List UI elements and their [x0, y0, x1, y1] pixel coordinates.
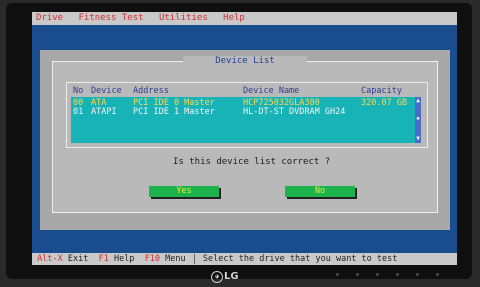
row-no: 01 — [73, 107, 84, 117]
status-divider — [193, 253, 195, 264]
col-device-name: Device Name — [243, 86, 300, 96]
monitor-bezel: Drive Fitness Test Utilities Help Device… — [6, 3, 472, 283]
dialog-title: Device List — [183, 56, 307, 66]
lg-logo-icon: ◕ — [211, 271, 223, 283]
scroll-up-icon[interactable]: ▲ — [415, 98, 421, 104]
col-no: No — [73, 86, 84, 96]
brand-logo: LG — [224, 271, 239, 282]
menu-fitness-test[interactable]: Fitness Test — [79, 13, 144, 23]
help-label: Help — [113, 254, 135, 264]
f10-key[interactable]: F10 — [145, 254, 160, 264]
col-address: Address — [133, 86, 169, 96]
bezel-button[interactable] — [376, 273, 379, 276]
row-device-name: HL-DT-ST DVDRAM GH24 — [243, 107, 346, 117]
no-label: No — [314, 186, 326, 196]
status-message: Select the drive that you want to test — [202, 254, 398, 264]
confirm-question: Is this device list correct ? — [173, 157, 331, 167]
menu-help[interactable]: Help — [223, 13, 245, 23]
screen: Drive Fitness Test Utilities Help Device… — [32, 12, 457, 265]
power-button[interactable] — [436, 273, 439, 276]
yes-label: Yes — [176, 186, 192, 196]
menu-label: Menu — [165, 254, 186, 264]
status-bar: Alt-X Exit F1 Help F10 Menu Select the d… — [32, 253, 457, 265]
row-address: PCI IDE 1 Master — [133, 107, 215, 117]
col-device: Device — [91, 86, 122, 96]
device-list: 00 ATA PCI IDE 0 Master HCP725032GLA380 … — [71, 97, 421, 143]
exit-label: Exit — [67, 254, 89, 264]
bezel-button[interactable] — [416, 273, 419, 276]
bezel-button[interactable] — [336, 273, 339, 276]
row-device: ATAPI — [91, 107, 117, 117]
scroll-thumb-icon[interactable]: ▪ — [415, 116, 421, 122]
menu-bar: Drive Fitness Test Utilities Help — [32, 12, 457, 25]
scroll-down-icon[interactable]: ▼ — [415, 136, 421, 142]
col-capacity: Capacity — [361, 86, 402, 96]
yes-button[interactable]: Yes — [149, 186, 219, 197]
f1-key[interactable]: F1 — [99, 254, 109, 264]
alt-x-key[interactable]: Alt-X — [37, 254, 63, 264]
row-capacity: 320.07 GB — [361, 98, 408, 108]
list-scrollbar[interactable]: ▲ ▪ ▼ — [415, 97, 421, 143]
no-button[interactable]: No — [285, 186, 355, 197]
bezel-button[interactable] — [356, 273, 359, 276]
device-table: No Device Address Device Name Capacity 0… — [66, 82, 428, 148]
menu-drive[interactable]: Drive — [36, 13, 63, 23]
device-list-dialog: Device List No Device Address Device Nam… — [52, 56, 438, 213]
bezel-button[interactable] — [396, 273, 399, 276]
menu-utilities[interactable]: Utilities — [159, 13, 208, 23]
